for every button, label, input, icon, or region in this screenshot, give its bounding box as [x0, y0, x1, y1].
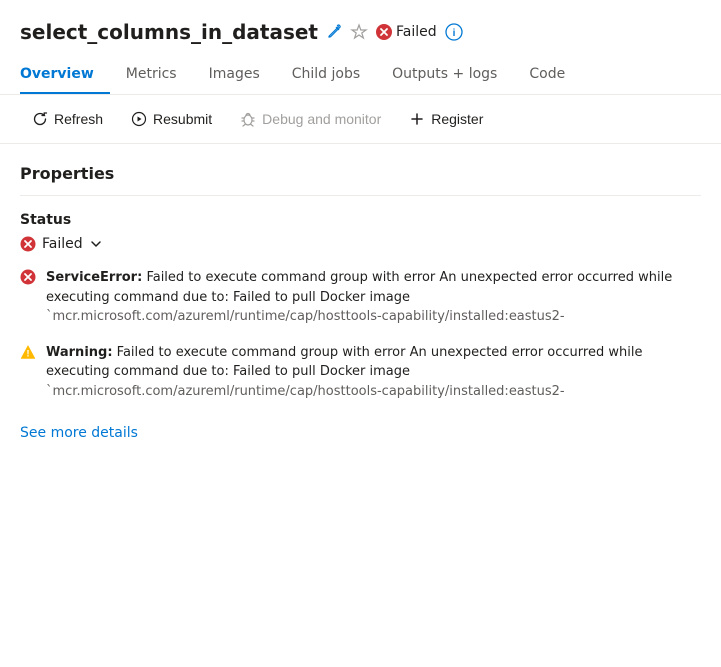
tab-bar: Overview Metrics Images Child jobs Outpu… [0, 56, 721, 95]
error-prefix: ServiceError: [46, 270, 142, 285]
error-message-text: ServiceError: Failed to execute command … [46, 268, 701, 327]
status-value: Failed [42, 236, 83, 252]
tab-metrics[interactable]: Metrics [110, 56, 193, 94]
tab-images[interactable]: Images [193, 56, 276, 94]
debug-label: Debug and monitor [262, 111, 381, 127]
job-title: select_columns_in_dataset [20, 20, 318, 44]
refresh-button[interactable]: Refresh [20, 105, 115, 133]
properties-title: Properties [20, 164, 701, 183]
see-more-link[interactable]: See more details [20, 425, 138, 441]
register-button[interactable]: Register [397, 105, 495, 133]
status-label: Status [20, 212, 701, 228]
debug-icon [240, 111, 256, 127]
failed-icon [376, 24, 392, 40]
warning-message-text: Warning: Failed to execute command group… [46, 343, 701, 402]
service-error-block: ServiceError: Failed to execute command … [20, 268, 701, 327]
tab-outputs-logs[interactable]: Outputs + logs [376, 56, 513, 94]
toolbar: Refresh Resubmit Debug and monitor Regis… [0, 95, 721, 144]
tab-child-jobs[interactable]: Child jobs [276, 56, 376, 94]
status-failed-icon [20, 236, 36, 252]
status-text: Failed [396, 24, 437, 40]
warning-icon: ! [20, 344, 36, 364]
register-label: Register [431, 111, 483, 127]
edit-icon[interactable] [326, 24, 342, 40]
section-divider [20, 195, 701, 196]
resubmit-label: Resubmit [153, 111, 212, 127]
error-url: `mcr.microsoft.com/azureml/runtime/cap/h… [46, 309, 565, 324]
favorite-icon[interactable] [350, 23, 368, 41]
header: select_columns_in_dataset Failed i [0, 0, 721, 44]
resubmit-button[interactable]: Resubmit [119, 105, 224, 133]
refresh-icon [32, 111, 48, 127]
status-row: Failed [20, 236, 701, 252]
debug-monitor-button[interactable]: Debug and monitor [228, 105, 393, 133]
refresh-label: Refresh [54, 111, 103, 127]
warning-prefix: Warning: [46, 345, 113, 360]
warning-url: `mcr.microsoft.com/azureml/runtime/cap/h… [46, 384, 565, 399]
svg-text:i: i [452, 28, 455, 39]
tab-code[interactable]: Code [513, 56, 581, 94]
resubmit-icon [131, 111, 147, 127]
error-icon [20, 269, 36, 289]
warning-block: ! Warning: Failed to execute command gro… [20, 343, 701, 402]
status-badge: Failed [376, 24, 437, 40]
tab-overview[interactable]: Overview [20, 56, 110, 94]
info-icon[interactable]: i [445, 23, 463, 41]
warning-body: Failed to execute command group with err… [46, 345, 642, 380]
content-area: Properties Status Failed ServiceError: F… [0, 144, 721, 461]
chevron-down-icon[interactable] [89, 237, 103, 251]
register-icon [409, 111, 425, 127]
svg-text:!: ! [27, 348, 30, 358]
